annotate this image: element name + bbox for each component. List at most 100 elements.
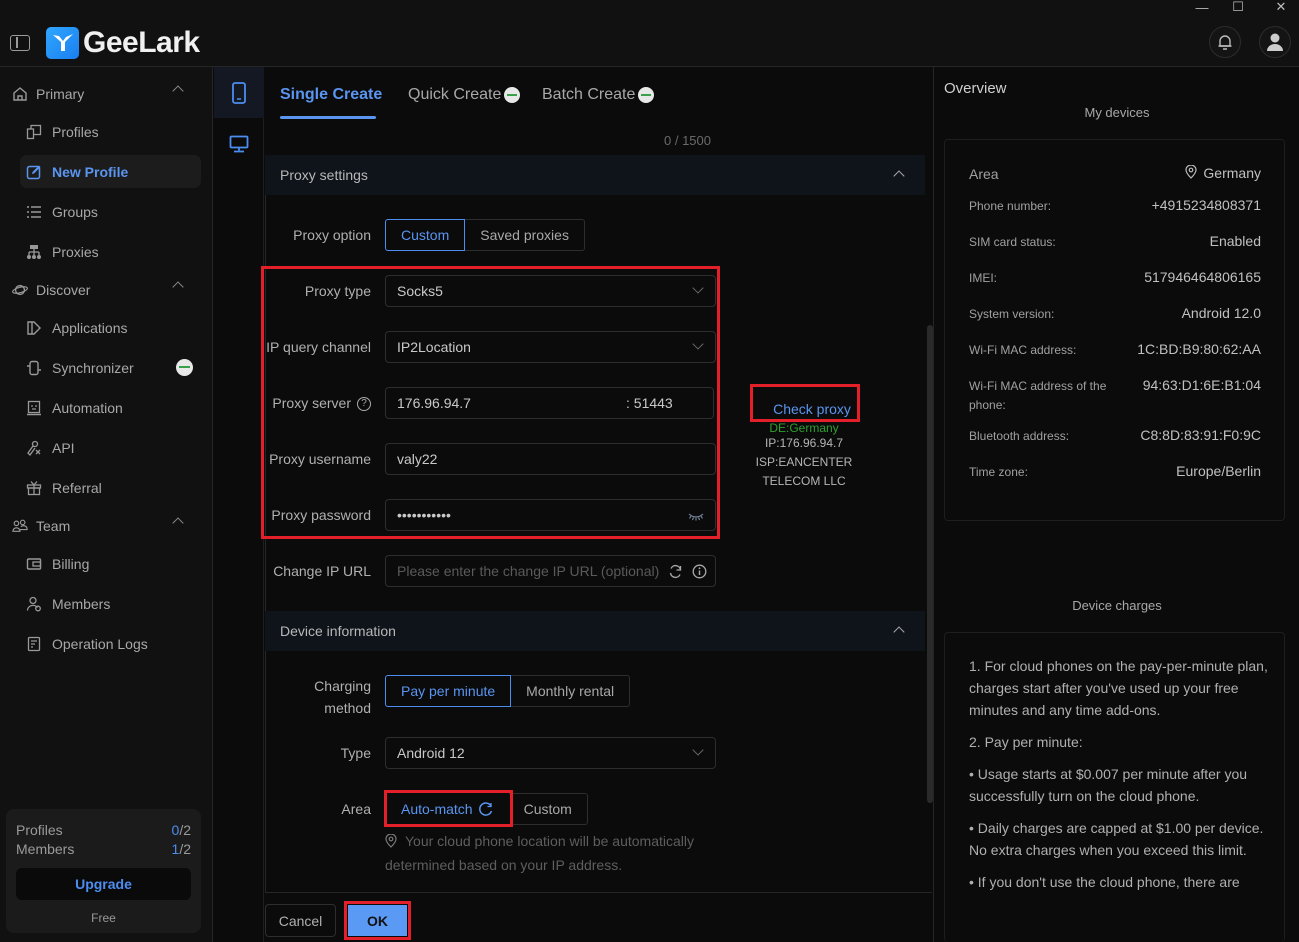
face-badge-icon [638,87,655,103]
detail-imei: IMEI: 517946464806165 [969,269,1261,285]
sidebar-item-synchronizer[interactable]: Synchronizer [20,351,201,384]
info-icon[interactable] [692,564,707,582]
main-panel: Single Create Quick Create Batch Create … [261,67,933,942]
location-pin-icon [385,832,405,854]
desktop-mode-button[interactable] [214,118,264,169]
nav-group-discover[interactable]: Discover [12,278,188,302]
area-hint: Your cloud phone location will be automa… [385,832,694,873]
sidebar-item-referral[interactable]: Referral [20,471,201,504]
area-label: Area [341,801,371,817]
area-custom[interactable]: Custom [508,793,588,825]
ip-query-channel-label: IP query channel [266,339,371,355]
detail-system-version: System version: Android 12.0 [969,305,1261,321]
refresh-icon[interactable] [668,564,683,582]
sidebar-item-operation-logs[interactable]: Operation Logs [20,627,201,660]
logo-icon [46,27,79,59]
notifications-button[interactable] [1209,26,1241,58]
proxy-type-select[interactable]: Socks5 [385,275,716,307]
sidebar-item-groups[interactable]: Groups [20,195,201,228]
ok-button[interactable]: OK [348,905,407,936]
nav-group-primary[interactable]: Primary [12,82,188,106]
sidebar-item-automation[interactable]: Automation [20,391,201,424]
my-devices-title: My devices [1084,105,1150,120]
ip-query-channel-select[interactable]: IP2Location [385,331,716,363]
check-proxy-button[interactable]: Check proxy [767,396,857,422]
close-button[interactable]: ✕ [1261,0,1299,14]
help-icon[interactable]: ? [357,397,371,412]
detail-bluetooth: Bluetooth address: C8:8D:83:91:F0:9C [969,427,1261,443]
proxy-option-custom[interactable]: Custom [385,219,466,251]
maximize-button[interactable]: ☐ [1218,0,1258,14]
sidebar-item-applications[interactable]: Applications [20,311,201,344]
sidebar-item-new-profile[interactable]: New Profile [20,155,201,188]
sidebar-toggle-icon[interactable] [10,35,30,51]
chevron-up-icon[interactable] [893,170,905,182]
overview-title: Overview [944,80,1007,97]
upgrade-button[interactable]: Upgrade [16,868,191,900]
charging-monthly-rental[interactable]: Monthly rental [511,675,631,707]
device-type-rail [214,67,264,942]
area-auto-match[interactable]: Auto-match [385,793,509,825]
api-icon [26,440,42,456]
change-ip-url-label: Change IP URL [273,563,371,579]
plan-name: Free [91,911,116,925]
form-bottom-border [265,892,932,893]
sidebar-item-proxies[interactable]: Proxies [20,235,201,268]
bell-icon [1218,35,1232,50]
members-quota: Members 1/2 [16,841,191,857]
proxy-option-saved[interactable]: Saved proxies [465,219,585,251]
account-button[interactable] [1259,26,1291,58]
proxy-username-input[interactable]: valy22 [385,443,716,475]
active-tab-indicator [280,116,376,119]
chevron-down-icon [692,282,704,294]
chevron-up-icon [172,281,184,293]
minimize-button[interactable]: — [1182,0,1222,15]
phone-mode-button[interactable] [214,67,264,118]
chevron-up-icon[interactable] [893,626,905,638]
detail-phone-number: Phone number: +4915234808371 [969,197,1261,213]
tab-single-create[interactable]: Single Create [280,86,382,104]
robot-icon [26,400,42,416]
proxy-password-input[interactable]: ••••••••••• [385,499,716,531]
device-charges-title: Device charges [1072,598,1162,613]
change-ip-url-input[interactable]: Please enter the change IP URL (optional… [385,555,716,587]
eye-closed-icon[interactable] [688,509,704,525]
cancel-button[interactable]: Cancel [265,904,336,937]
proxy-host-value[interactable]: 176.96.94.7 [397,395,471,411]
proxy-type-label: Proxy type [304,283,371,299]
overview-panel: Overview My devices Area Germany Phone n… [933,67,1299,942]
charging-pay-per-minute[interactable]: Pay per minute [385,675,512,707]
device-info-header[interactable]: Device information [265,611,925,651]
sync-icon [26,360,42,376]
chevron-down-icon [692,744,704,756]
proxy-option-label: Proxy option [293,227,371,243]
proxy-geo: DE:Germany [769,421,839,435]
profiles-quota: Profiles 0/2 [16,822,191,838]
sidebar-item-billing[interactable]: Billing [20,547,201,580]
proxy-username-label: Proxy username [269,451,371,467]
proxy-server-input[interactable]: 176.96.94.7 : 51443 [385,387,714,419]
proxy-settings-header[interactable]: Proxy settings [265,155,925,195]
sidebar-item-members[interactable]: Members [20,587,201,620]
proxy-isp: ISP:EANCENTER [755,455,853,469]
proxy-password-label: Proxy password [271,507,371,523]
area-segment: Auto-match Custom [385,793,588,825]
tab-batch-create[interactable]: Batch Create [542,86,655,104]
proxy-port-value[interactable]: : 51443 [626,395,673,411]
nav-group-team[interactable]: Team [12,514,188,538]
sidebar-item-profiles[interactable]: Profiles [20,115,201,148]
proxy-check-result: DE:Germany IP:176.96.94.7 ISP:EANCENTER … [744,422,864,491]
proxy-option-segment: Custom Saved proxies [385,219,585,251]
device-charges-card: 1. For cloud phones on the pay-per-minut… [944,632,1285,942]
tab-quick-create[interactable]: Quick Create [408,86,521,104]
list-icon [26,204,42,220]
device-type-select[interactable]: Android 12 [385,737,716,769]
phone-icon [232,81,246,104]
member-icon [26,596,42,612]
log-icon [26,636,42,652]
type-label: Type [340,745,371,761]
chevron-up-icon [172,85,184,97]
user-icon [1267,33,1283,51]
sidebar: Primary Profiles New Profile Groups Prox… [0,67,213,942]
sidebar-item-api[interactable]: API [20,431,201,464]
